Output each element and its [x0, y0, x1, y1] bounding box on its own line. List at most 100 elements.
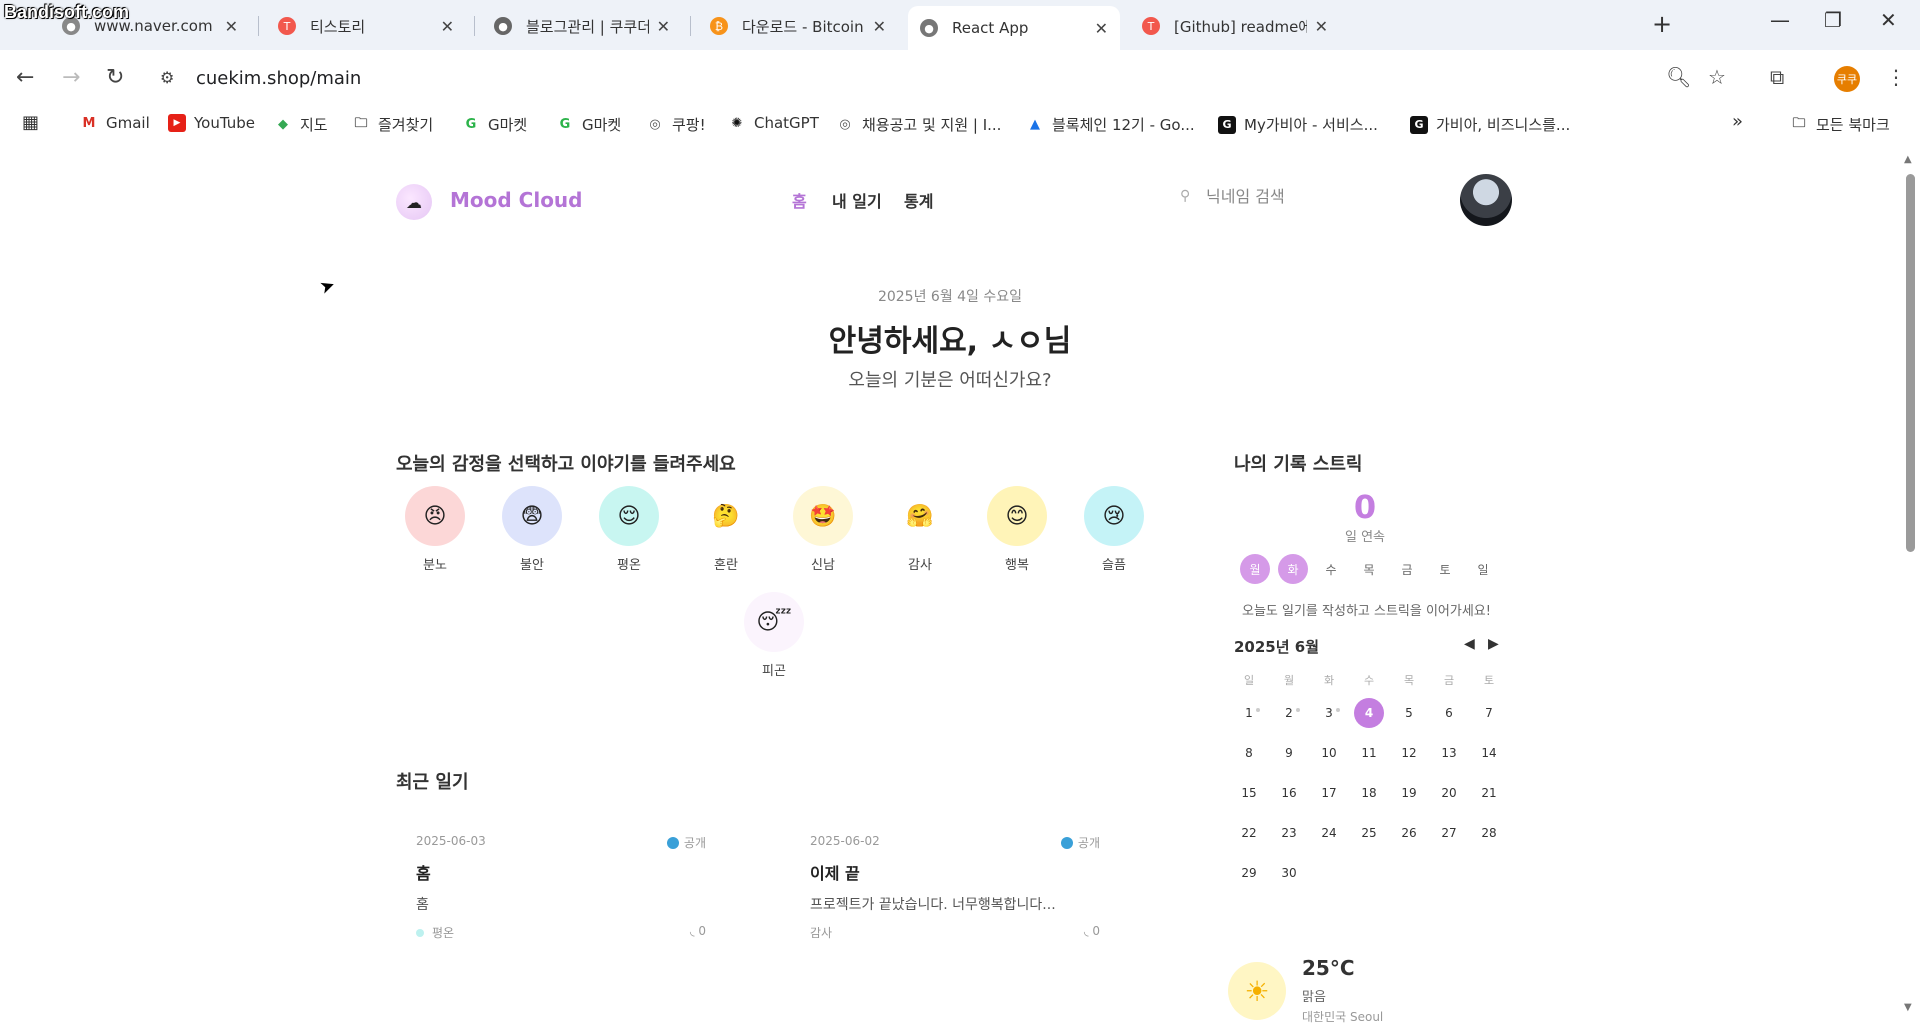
calendar-day[interactable]: 18: [1354, 778, 1384, 808]
calendar-day[interactable]: 7: [1474, 698, 1504, 728]
calendar-day[interactable]: 30: [1274, 858, 1304, 888]
scroll-up-icon[interactable]: ▲: [1904, 154, 1912, 165]
nav-stats[interactable]: 통계: [904, 188, 933, 212]
calendar-day[interactable]: 29: [1234, 858, 1264, 888]
diary-card[interactable]: 2025-06-03 공개 홈 홈 평온 ◟ 0: [396, 834, 726, 984]
calendar-day[interactable]: 10: [1314, 738, 1344, 768]
restore-icon[interactable]: ❐: [1824, 8, 1842, 32]
emotion-sad[interactable]: 😢 슬픔: [1074, 486, 1154, 573]
next-month-icon[interactable]: ▶: [1488, 636, 1499, 652]
calendar-day[interactable]: 8: [1234, 738, 1264, 768]
new-tab-button[interactable]: +: [1652, 10, 1672, 38]
bookmark-mygabia[interactable]: G My가비아 - 서비스...: [1218, 114, 1378, 135]
bookmark-gmarket-1[interactable]: G G마켓: [462, 114, 528, 135]
browser-toolbar: ← → ↻ ⚙ cuekim.shop/main 🔍︎ ☆ ⧉ 쿠쿠 ⋮: [0, 50, 1920, 108]
user-avatar[interactable]: [1460, 174, 1512, 226]
calendar-day[interactable]: 28: [1474, 818, 1504, 848]
bookmark-star-icon[interactable]: ☆: [1708, 65, 1726, 89]
apps-grid-icon[interactable]: ▦: [22, 112, 39, 133]
emotion-calm[interactable]: 😌 평온: [589, 486, 669, 573]
calendar-day[interactable]: 25: [1354, 818, 1384, 848]
emotion-anger[interactable]: 😠 분노: [395, 486, 475, 573]
calendar-day[interactable]: 17: [1314, 778, 1344, 808]
calendar-day[interactable]: 5: [1394, 698, 1424, 728]
address-bar[interactable]: cuekim.shop/main: [196, 68, 361, 89]
calendar-day[interactable]: 13: [1434, 738, 1464, 768]
calendar-day[interactable]: 23: [1274, 818, 1304, 848]
calendar-day[interactable]: 2: [1274, 698, 1304, 728]
close-tab-icon[interactable]: ✕: [1095, 19, 1108, 38]
calendar-day[interactable]: 4: [1354, 698, 1384, 728]
bookmark-favorites-folder[interactable]: 🗀 즐겨찾기: [352, 114, 433, 135]
calendar-day[interactable]: 15: [1234, 778, 1264, 808]
tab-github-readme[interactable]: T [Github] readme에 화면 캡처 ✕: [1130, 8, 1340, 44]
brand-name[interactable]: Mood Cloud: [450, 188, 583, 212]
calendar-day[interactable]: 1: [1234, 698, 1264, 728]
close-tab-icon[interactable]: ✕: [873, 17, 886, 36]
close-tab-icon[interactable]: ✕: [225, 17, 238, 36]
calendar-day[interactable]: 11: [1354, 738, 1384, 768]
emotion-gratitude[interactable]: 🤗 감사: [880, 486, 960, 573]
close-tab-icon[interactable]: ✕: [1315, 17, 1328, 36]
emotion-excited[interactable]: 🤩 신남: [783, 486, 863, 573]
bookmark-gmail[interactable]: M Gmail: [80, 114, 150, 132]
bookmark-maps[interactable]: ◆ 지도: [274, 114, 328, 135]
bookmark-gmarket-2[interactable]: G G마켓: [556, 114, 622, 135]
page-scrollbar[interactable]: ▲ ▼: [1900, 144, 1920, 1020]
close-tab-icon[interactable]: ✕: [441, 17, 454, 36]
scrollbar-thumb[interactable]: [1906, 174, 1915, 552]
tab-blog-admin[interactable]: ● 블로그관리 | 쿠쿠더님의 블로그 ✕: [482, 8, 682, 44]
emotion-happy[interactable]: 😊 행복: [977, 486, 1057, 573]
all-bookmarks-folder[interactable]: 🗀 모든 북마크: [1790, 114, 1889, 135]
logo-cloud-icon[interactable]: ☁: [396, 184, 432, 220]
nickname-search-input[interactable]: [1206, 180, 1386, 212]
calendar-day[interactable]: 14: [1474, 738, 1504, 768]
scroll-down-icon[interactable]: ▼: [1904, 1002, 1912, 1013]
calendar-day[interactable]: 20: [1434, 778, 1464, 808]
tab-bitcoin[interactable]: ₿ 다운로드 - Bitcoin ✕: [698, 8, 898, 44]
bookmark-youtube[interactable]: ▶ YouTube: [168, 114, 255, 132]
calendar-day[interactable]: 24: [1314, 818, 1344, 848]
calendar-day[interactable]: 27: [1434, 818, 1464, 848]
calendar-day[interactable]: 22: [1234, 818, 1264, 848]
calendar-day[interactable]: 12: [1394, 738, 1424, 768]
calendar-day[interactable]: 16: [1274, 778, 1304, 808]
site-info-icon[interactable]: ⚙: [160, 68, 174, 87]
streak-day: 목: [1363, 562, 1375, 577]
calendar-month-title: 2025년 6월: [1234, 638, 1320, 656]
minimize-icon[interactable]: —: [1770, 8, 1790, 32]
calendar-day[interactable]: 3: [1314, 698, 1344, 728]
diary-mood: 감사: [810, 926, 833, 940]
calendar-day[interactable]: 19: [1394, 778, 1424, 808]
reload-icon[interactable]: ↻: [106, 65, 124, 90]
emotion-confusion[interactable]: 🤔 혼란: [686, 486, 766, 573]
bookmark-chatgpt[interactable]: ✺ ChatGPT: [728, 114, 819, 132]
bookmark-gabia-business[interactable]: G 가비아, 비즈니스를...: [1410, 114, 1570, 135]
nav-home[interactable]: 홈: [792, 188, 807, 212]
calendar-day[interactable]: 9: [1274, 738, 1304, 768]
calendar-day[interactable]: 26: [1394, 818, 1424, 848]
emotion-anxiety[interactable]: 😨 불안: [492, 486, 572, 573]
profile-avatar[interactable]: 쿠쿠: [1834, 66, 1860, 92]
close-tab-icon[interactable]: ✕: [657, 17, 670, 36]
forward-icon[interactable]: →: [62, 65, 80, 90]
emotion-label: 행복: [1005, 558, 1029, 573]
bookmark-coupang[interactable]: ◎ 쿠팡!: [646, 114, 705, 135]
calendar-day[interactable]: 21: [1474, 778, 1504, 808]
menu-icon[interactable]: ⋮: [1886, 65, 1906, 89]
diary-card[interactable]: 2025-06-02 공개 이제 끝 프로젝트가 끝났습니다. 너무행복합니다.…: [790, 834, 1120, 984]
tab-tistory[interactable]: T 티스토리 ✕: [266, 8, 466, 44]
extensions-icon[interactable]: ⧉: [1770, 65, 1784, 89]
tab-react-app[interactable]: ● React App ✕: [908, 6, 1120, 50]
bookmark-blockchain[interactable]: ▲ 블록체인 12기 - Go...: [1026, 114, 1195, 135]
prev-month-icon[interactable]: ◀: [1464, 636, 1475, 652]
zoom-icon[interactable]: 🔍︎: [1666, 65, 1691, 89]
calendar-day[interactable]: 6: [1434, 698, 1464, 728]
back-icon[interactable]: ←: [16, 65, 34, 90]
gmail-icon: M: [82, 115, 96, 131]
bookmark-jobs[interactable]: ◎ 채용공고 및 지원 | I...: [836, 114, 1001, 135]
nav-my-diary[interactable]: 내 일기: [832, 188, 882, 212]
close-window-icon[interactable]: ✕: [1880, 8, 1897, 32]
emotion-tired[interactable]: 😴 피곤: [734, 592, 814, 679]
more-bookmarks-icon[interactable]: »: [1732, 111, 1743, 132]
